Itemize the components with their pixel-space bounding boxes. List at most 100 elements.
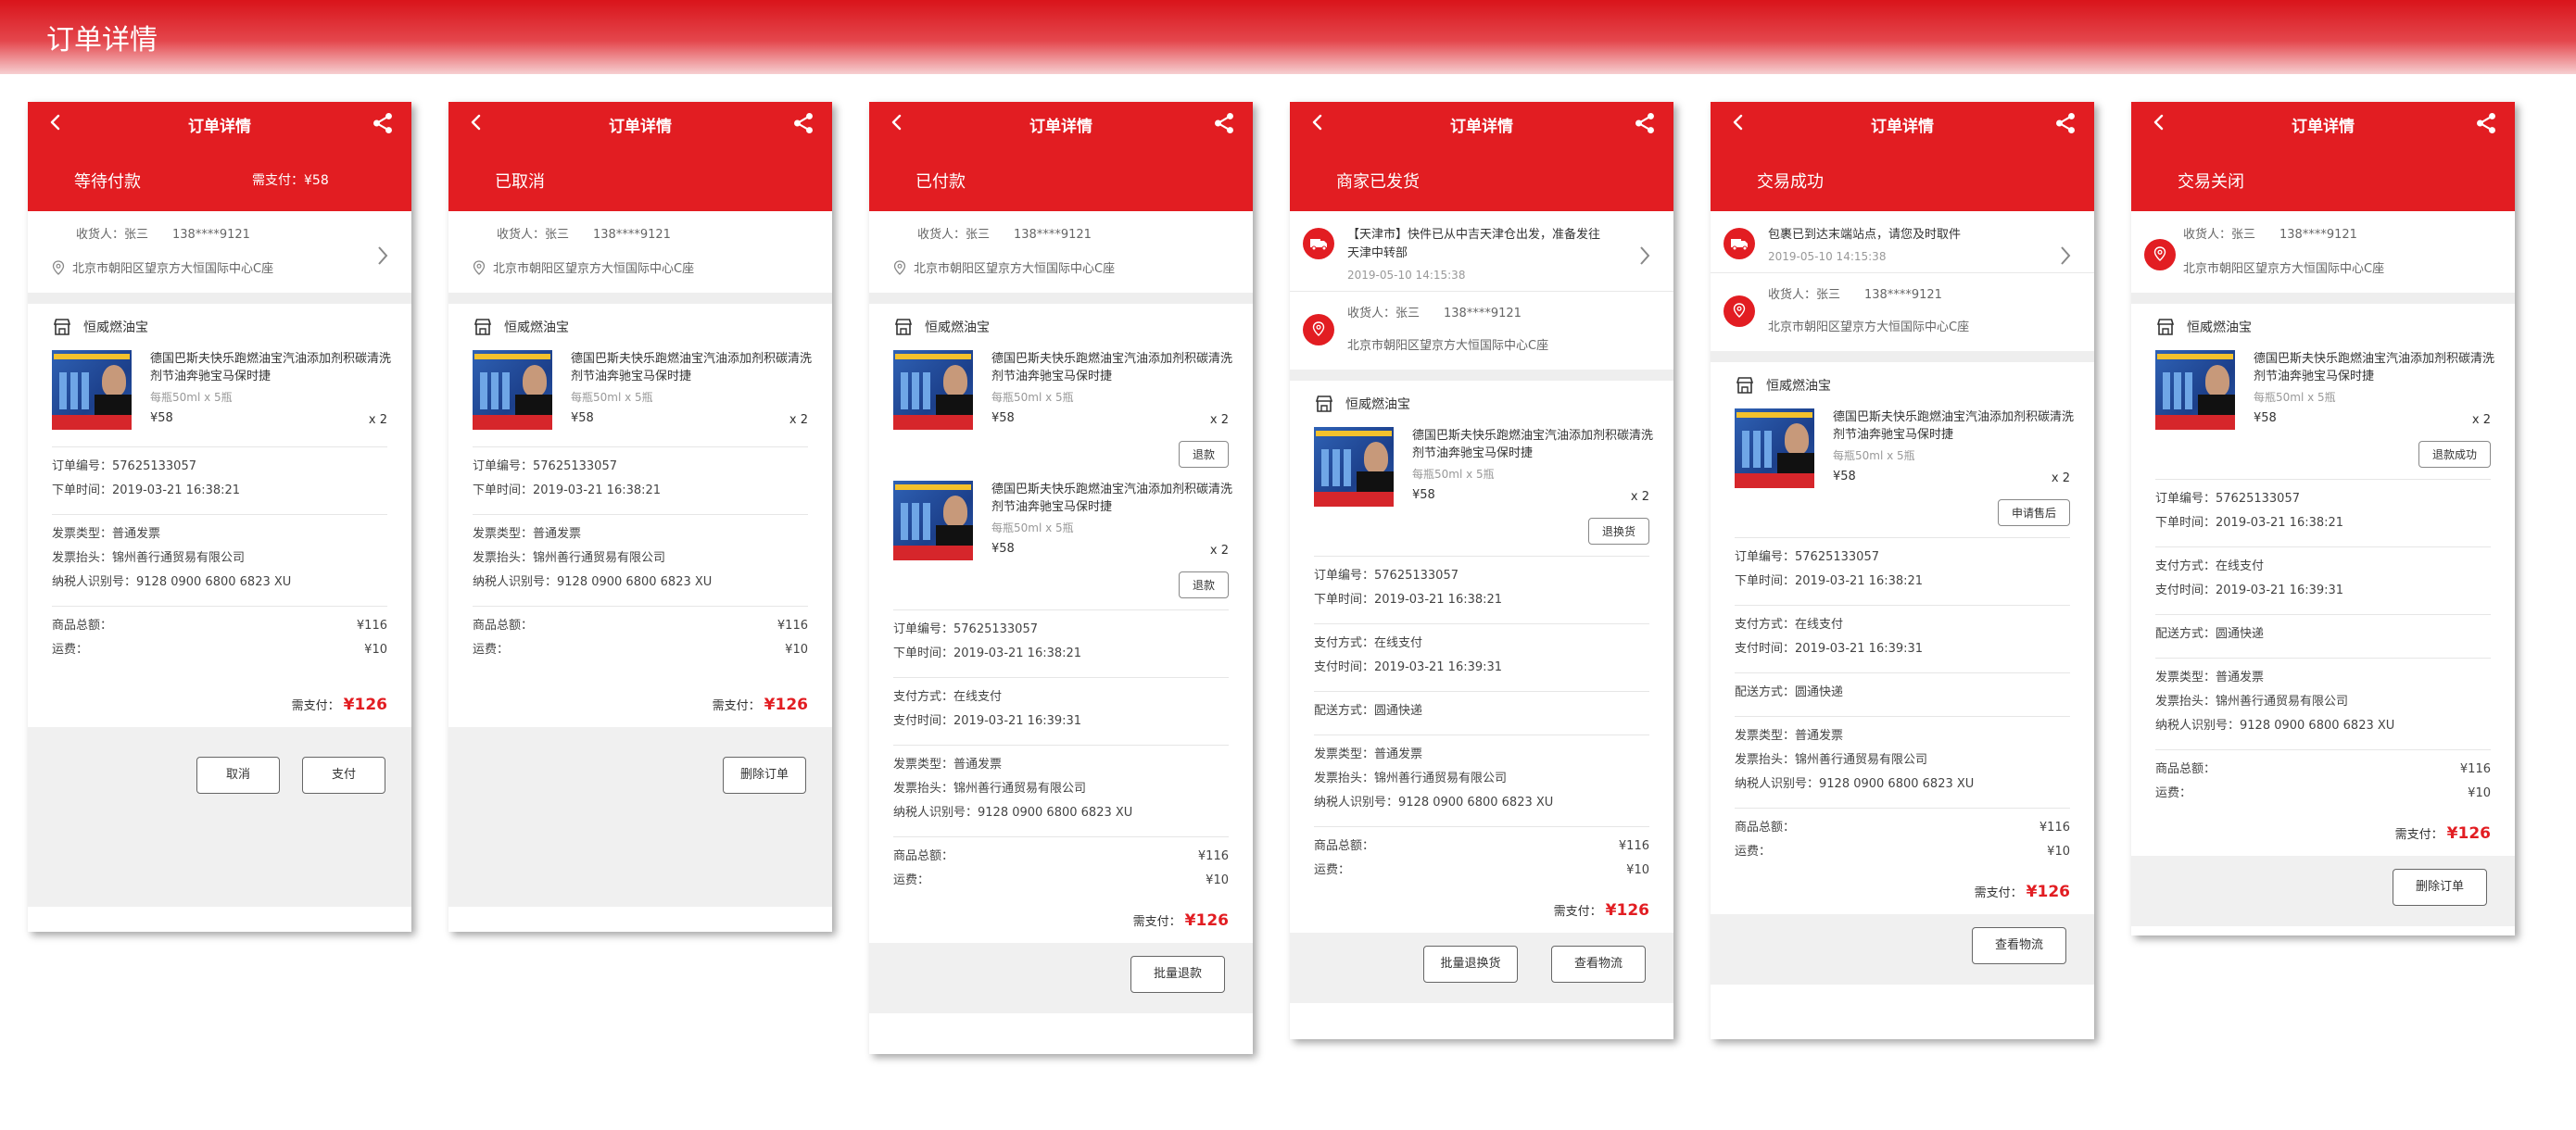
nav-title: 订单详情 bbox=[1871, 118, 1934, 136]
shipping-value: ¥10 bbox=[2047, 845, 2070, 859]
shop-name[interactable]: 恒威燃油宝 bbox=[2187, 318, 2252, 336]
product-item[interactable]: 德国巴斯夫快乐跑燃油宝汽油添加剂积碳清洗剂节油奔驰宝马保时捷 每瓶50ml x … bbox=[52, 350, 391, 435]
nav-title: 订单详情 bbox=[609, 118, 672, 136]
product-qty: x 2 bbox=[1209, 413, 1229, 427]
location-pin-icon bbox=[2144, 239, 2176, 270]
product-item[interactable]: 德国巴斯夫快乐跑燃油宝汽油添加剂积碳清洗剂节油奔驰宝马保时捷 每瓶50ml x … bbox=[1735, 408, 2074, 494]
receiver-address: 北京市朝阳区望京方大恒国际中心C座 bbox=[2183, 262, 2385, 276]
location-pin-icon bbox=[473, 260, 486, 275]
location-pin-icon bbox=[1724, 295, 1755, 327]
share-icon[interactable] bbox=[1212, 111, 1236, 135]
product-price: ¥58 bbox=[1833, 470, 1856, 483]
chevron-right-icon[interactable] bbox=[376, 245, 389, 267]
share-icon[interactable] bbox=[2053, 111, 2077, 135]
refund-success-button[interactable]: 退款成功 bbox=[2418, 441, 2491, 468]
pay-button[interactable]: 支付 bbox=[302, 757, 385, 794]
tax-id: 纳税人识别号：9128 0900 6800 6823 XU bbox=[893, 806, 1133, 820]
invoice-type: 发票类型：普通发票 bbox=[1314, 747, 1423, 761]
address-section[interactable]: 收货人：张三 138****9121 北京市朝阳区望京方大恒国际中心C座 bbox=[1290, 292, 1673, 381]
receiver-phone: 138****9121 bbox=[2279, 228, 2357, 242]
delivery-method: 配送方式：圆通快递 bbox=[1314, 704, 1423, 718]
invoice-title: 发票抬头：锦州善行通贸易有限公司 bbox=[2155, 695, 2349, 709]
logistics-section[interactable]: 【天津市】快件已从中吉天津仓出发，准备发往天津中转部 2019-05-10 14… bbox=[1290, 211, 1673, 292]
goods-total-label: 商品总额： bbox=[893, 849, 954, 863]
shop-name[interactable]: 恒威燃油宝 bbox=[925, 318, 990, 336]
goods-total-label: 商品总额： bbox=[1314, 839, 1375, 853]
order-status: 已付款 bbox=[915, 172, 966, 192]
view-logistics-button[interactable]: 查看物流 bbox=[1551, 946, 1646, 983]
pay-method: 支付方式：在线支付 bbox=[893, 690, 1003, 704]
goods-total-value: ¥116 bbox=[2459, 762, 2491, 776]
order-card-cancelled: 订单详情 已取消 收货人：张三 138****9121 北京市朝阳区望京方大恒国际… bbox=[448, 102, 832, 932]
pay-method: 支付方式：在线支付 bbox=[1735, 618, 1844, 632]
shop-name[interactable]: 恒威燃油宝 bbox=[504, 318, 569, 336]
action-footer: 删除订单 bbox=[2131, 856, 2515, 926]
receiver-name: 收货人：张三 bbox=[76, 228, 149, 242]
logistics-section[interactable]: 包裹已到达末端站点，请您及时取件 2019-05-10 14:15:38 bbox=[1711, 211, 2094, 273]
return-exchange-button[interactable]: 退换货 bbox=[1587, 518, 1649, 545]
view-logistics-button[interactable]: 查看物流 bbox=[1972, 927, 2066, 964]
delete-order-button[interactable]: 删除订单 bbox=[723, 757, 806, 794]
chevron-right-icon[interactable] bbox=[2059, 245, 2072, 267]
delete-order-button[interactable]: 删除订单 bbox=[2393, 869, 2487, 906]
product-item[interactable]: 德国巴斯夫快乐跑燃油宝汽油添加剂积碳清洗剂节油奔驰宝马保时捷 每瓶50ml x … bbox=[893, 350, 1232, 435]
product-qty: x 2 bbox=[368, 413, 387, 427]
chevron-right-icon[interactable] bbox=[1638, 245, 1651, 267]
nav-title: 订单详情 bbox=[188, 118, 251, 136]
receiver-phone: 138****9121 bbox=[1014, 228, 1092, 242]
shipping-label: 运费： bbox=[893, 873, 930, 887]
shop-name[interactable]: 恒威燃油宝 bbox=[83, 318, 148, 336]
product-item[interactable]: 德国巴斯夫快乐跑燃油宝汽油添加剂积碳清洗剂节油奔驰宝马保时捷 每瓶50ml x … bbox=[2155, 350, 2494, 435]
address-section[interactable]: 收货人：张三 138****9121 北京市朝阳区望京方大恒国际中心C座 bbox=[448, 211, 832, 304]
product-item[interactable]: 德国巴斯夫快乐跑燃油宝汽油添加剂积碳清洗剂节油奔驰宝马保时捷 每瓶50ml x … bbox=[473, 350, 812, 435]
order-time: 下单时间：2019-03-21 16:38:21 bbox=[2155, 516, 2344, 530]
truck-icon bbox=[1724, 228, 1755, 259]
address-section[interactable]: 收货人：张三 138****9121 北京市朝阳区望京方大恒国际中心C座 bbox=[1711, 273, 2094, 362]
pay-time: 支付时间：2019-03-21 16:39:31 bbox=[2155, 584, 2344, 597]
shipping-value: ¥10 bbox=[1206, 873, 1229, 887]
address-section[interactable]: 收货人：张三 138****9121 北京市朝阳区望京方大恒国际中心C座 bbox=[2131, 211, 2515, 304]
batch-refund-button[interactable]: 批量退款 bbox=[1130, 956, 1225, 993]
header-need-pay: 需支付：¥58 bbox=[252, 173, 329, 188]
location-pin-icon bbox=[52, 260, 65, 275]
shop-name[interactable]: 恒威燃油宝 bbox=[1766, 376, 1831, 395]
logistics-time: 2019-05-10 14:15:38 bbox=[1347, 269, 1466, 282]
shop-name[interactable]: 恒威燃油宝 bbox=[1345, 395, 1410, 413]
receiver-phone: 138****9121 bbox=[1444, 307, 1522, 320]
product-item[interactable]: 德国巴斯夫快乐跑燃油宝汽油添加剂积碳清洗剂节油奔驰宝马保时捷 每瓶50ml x … bbox=[1314, 427, 1653, 512]
need-pay-amount: ¥126 bbox=[1605, 901, 1649, 920]
invoice-title: 发票抬头：锦州善行通贸易有限公司 bbox=[473, 551, 666, 565]
need-pay-label: 需支付： bbox=[2394, 828, 2443, 842]
product-spec: 每瓶50ml x 5瓶 bbox=[1412, 468, 1495, 481]
action-footer: 批量退款 bbox=[869, 943, 1253, 1013]
cancel-button[interactable]: 取消 bbox=[196, 757, 280, 794]
batch-return-exchange-button[interactable]: 批量退换货 bbox=[1423, 946, 1518, 983]
product-item[interactable]: 德国巴斯夫快乐跑燃油宝汽油添加剂积碳清洗剂节油奔驰宝马保时捷 每瓶50ml x … bbox=[893, 481, 1232, 566]
logistics-text: 包裹已到达末端站点，请您及时取件 bbox=[1768, 228, 1962, 242]
product-name: 德国巴斯夫快乐跑燃油宝汽油添加剂积碳清洗剂节油奔驰宝马保时捷 bbox=[1412, 429, 1654, 460]
product-image bbox=[1735, 408, 1814, 488]
shipping-label: 运费： bbox=[1735, 845, 1772, 859]
shipping-label: 运费： bbox=[2155, 786, 2192, 800]
tax-id: 纳税人识别号：9128 0900 6800 6823 XU bbox=[1314, 796, 1554, 810]
delivery-method: 配送方式：圆通快递 bbox=[2155, 627, 2265, 641]
refund-button[interactable]: 退款 bbox=[1178, 441, 1229, 468]
order-status: 交易成功 bbox=[1757, 172, 1824, 192]
refund-button[interactable]: 退款 bbox=[1178, 571, 1229, 598]
need-pay-label: 需支付： bbox=[1553, 905, 1602, 919]
share-icon[interactable] bbox=[2474, 111, 2498, 135]
share-icon[interactable] bbox=[1633, 111, 1657, 135]
share-icon[interactable] bbox=[371, 111, 395, 135]
tax-id: 纳税人识别号：9128 0900 6800 6823 XU bbox=[2155, 719, 2395, 733]
location-pin-icon bbox=[893, 260, 906, 275]
after-sales-button[interactable]: 申请售后 bbox=[1997, 499, 2070, 526]
pay-method: 支付方式：在线支付 bbox=[2155, 559, 2265, 573]
pay-time: 支付时间：2019-03-21 16:39:31 bbox=[1314, 660, 1503, 674]
card-header: 订单详情 已付款 bbox=[869, 102, 1253, 211]
address-section[interactable]: 收货人：张三 138****9121 北京市朝阳区望京方大恒国际中心C座 bbox=[28, 211, 411, 304]
product-name: 德国巴斯夫快乐跑燃油宝汽油添加剂积碳清洗剂节油奔驰宝马保时捷 bbox=[991, 483, 1233, 514]
order-number: 订单编号：57625133057 bbox=[893, 622, 1038, 636]
address-section[interactable]: 收货人：张三 138****9121 北京市朝阳区望京方大恒国际中心C座 bbox=[869, 211, 1253, 304]
share-icon[interactable] bbox=[791, 111, 815, 135]
order-time: 下单时间：2019-03-21 16:38:21 bbox=[473, 483, 662, 497]
